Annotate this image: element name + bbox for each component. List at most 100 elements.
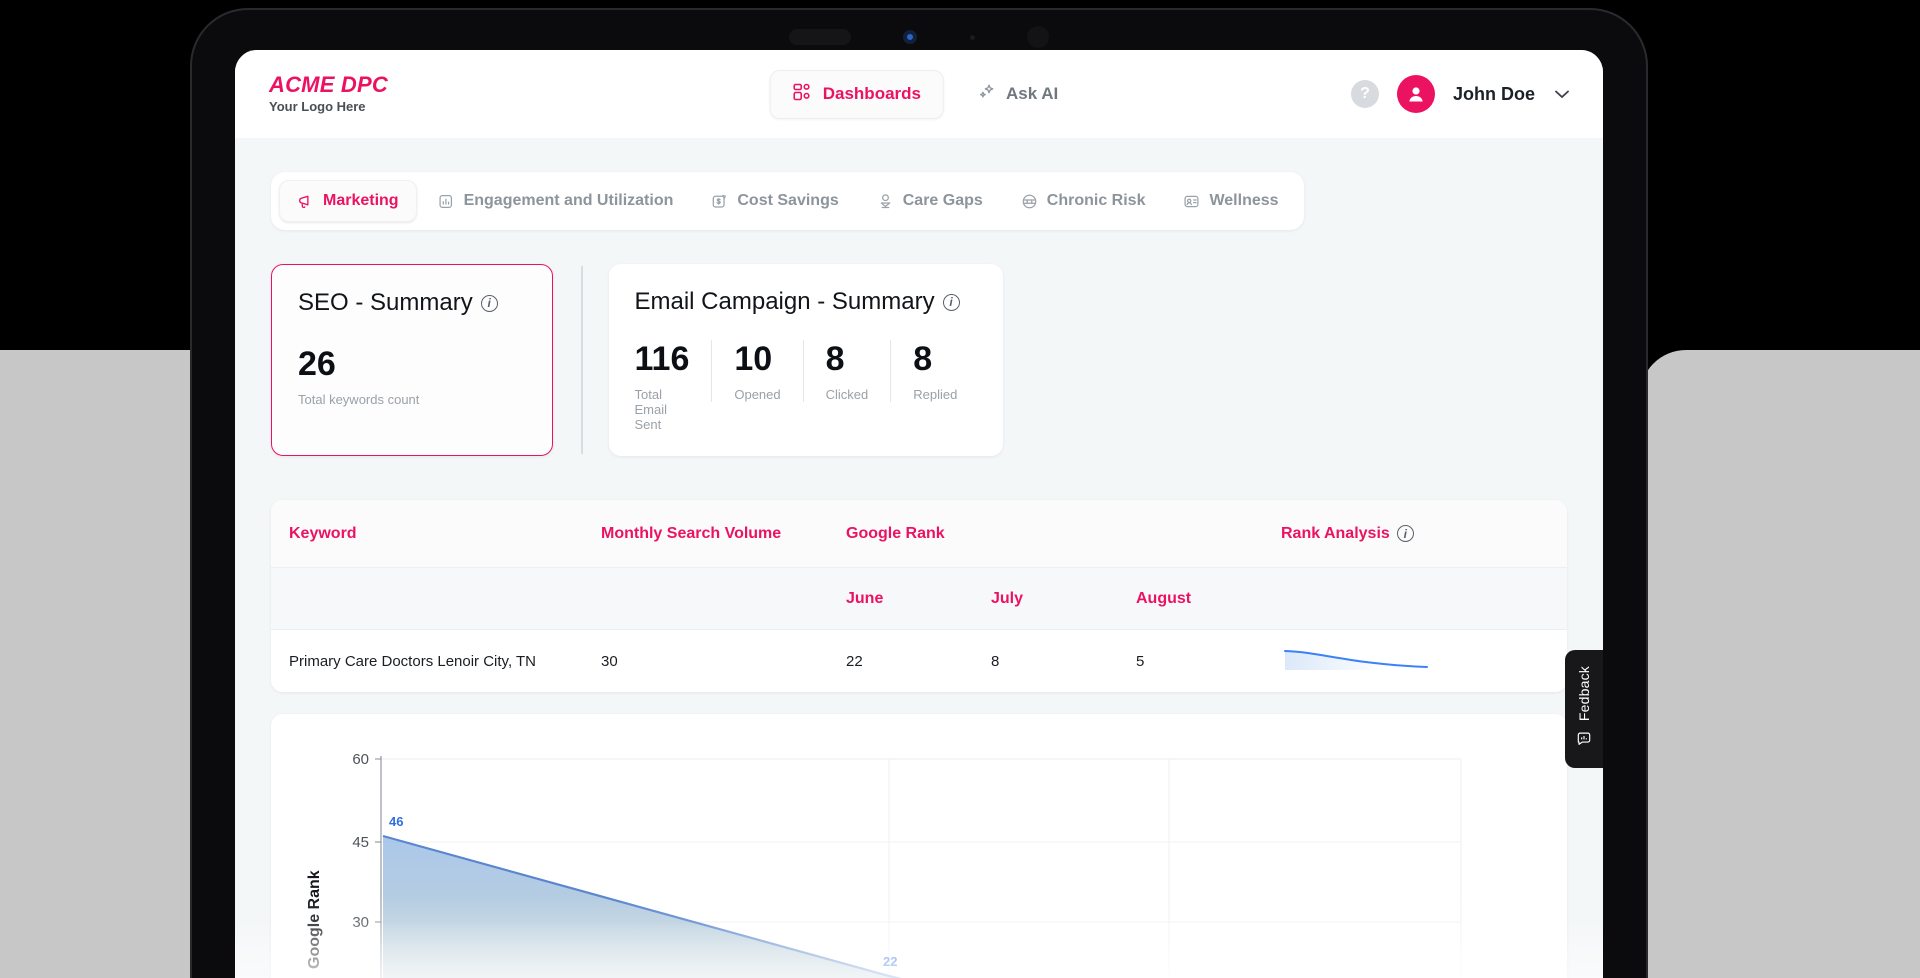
keyword-table: Keyword Monthly Search Volume Google Ran…: [271, 500, 1567, 692]
megaphone-icon: [297, 193, 314, 210]
metric-label: Replied: [913, 387, 958, 402]
tablet-device-frame: ACME DPC Your Logo Here Dashboards Ask A…: [190, 8, 1648, 978]
tab-care-gaps-label: Care Gaps: [902, 192, 983, 209]
metric-total-email-sent: 116 Total Email Sent: [635, 340, 712, 432]
help-icon[interactable]: ?: [1350, 80, 1379, 108]
bar-chart-icon: [438, 193, 455, 210]
seo-card-title: SEO - Summary: [298, 289, 473, 316]
google-rank-chart-card: 60 45 30 Google Rank 46 22: [271, 714, 1567, 978]
header-user-area: ? John Doe: [1350, 75, 1569, 113]
feedback-chat-icon: [1576, 731, 1592, 752]
seo-keyword-count-label: Total keywords count: [298, 392, 420, 407]
column-subheader-july: July: [991, 589, 1024, 607]
user-name[interactable]: John Doe: [1453, 84, 1535, 105]
table-header-row: Keyword Monthly Search Volume Google Ran…: [271, 500, 1567, 568]
device-camera-bar: [789, 26, 1049, 48]
header-nav: Dashboards Ask AI: [769, 69, 1069, 119]
feedback-tab[interactable]: Fedback: [1565, 650, 1603, 768]
info-icon[interactable]: i: [1396, 525, 1414, 542]
email-metrics: 116 Total Email Sent 10 Opened 8 Clicked: [635, 340, 977, 432]
metric-label: Clicked: [825, 387, 869, 402]
tab-chronic-risk-label: Chronic Risk: [1046, 192, 1146, 209]
mask-icon: [1021, 193, 1038, 210]
y-tick-30: 30: [352, 914, 369, 931]
dashboards-grid-icon: [793, 83, 811, 106]
chart-area-fill: [383, 836, 898, 978]
feedback-label: Fedback: [1576, 665, 1592, 722]
email-card-title: Email Campaign - Summary: [634, 288, 935, 315]
metric-replied: 8 Replied: [890, 340, 979, 402]
column-subheader-august: August: [1136, 589, 1192, 607]
column-header-keyword[interactable]: Keyword: [271, 525, 601, 543]
background-slab-right: [1640, 350, 1920, 978]
screenshot-stage: ACME DPC Your Logo Here Dashboards Ask A…: [0, 0, 1920, 978]
email-card-title-row: Email Campaign - Summary i: [635, 288, 977, 316]
metric-label: Opened: [734, 387, 781, 402]
metric-label: Total Email Sent: [634, 387, 668, 432]
data-label-june: 46: [389, 814, 403, 829]
cell-rank-august: 5: [1136, 652, 1145, 670]
cell-keyword: Primary Care Doctors Lenoir City, TN: [289, 652, 537, 670]
email-campaign-summary-card: Email Campaign - Summary i 116 Total Ema…: [608, 264, 1003, 456]
chevron-down-icon[interactable]: [1555, 86, 1569, 103]
tab-cost-savings[interactable]: Cost Savings: [694, 181, 855, 221]
avatar[interactable]: [1396, 75, 1435, 113]
care-icon: [877, 193, 894, 210]
cell-rank-june: 22: [846, 652, 863, 670]
y-tick-60: 60: [352, 751, 369, 768]
tab-care-gaps[interactable]: Care Gaps: [860, 181, 1000, 221]
tab-wellness-label: Wellness: [1209, 192, 1279, 209]
info-icon[interactable]: i: [942, 293, 960, 311]
camera-lens-icon: [903, 30, 918, 44]
metric-value: 10: [734, 340, 773, 378]
app-header: ACME DPC Your Logo Here Dashboards Ask A…: [235, 50, 1603, 138]
nav-dashboards-label: Dashboards: [822, 84, 921, 103]
metric-clicked: 8 Clicked: [802, 340, 891, 402]
seo-keyword-count-value: 26: [298, 345, 336, 383]
column-header-google-rank[interactable]: Google Rank: [846, 525, 991, 543]
speaker-pill-icon: [789, 29, 851, 45]
tab-engagement-and-utilization[interactable]: Engagement and Utilization: [421, 181, 691, 221]
google-rank-area-chart[interactable]: 60 45 30 Google Rank 46 22: [271, 714, 1567, 978]
seo-summary-card: SEO - Summary i 26 Total keywords count: [271, 264, 553, 456]
column-header-monthly-search-volume[interactable]: Monthly Search Volume: [601, 525, 846, 543]
brand-logo[interactable]: ACME DPC Your Logo Here: [269, 73, 388, 114]
column-header-rank-analysis-label: Rank Analysis: [1281, 524, 1390, 542]
metric-value: 8: [913, 340, 933, 378]
tab-wellness[interactable]: Wellness: [1166, 181, 1295, 221]
tab-marketing[interactable]: Marketing: [279, 180, 417, 222]
nav-ask-ai-button[interactable]: Ask AI: [968, 71, 1068, 118]
metric-opened: 10 Opened: [711, 340, 802, 402]
sensor-dot-icon: [969, 34, 975, 40]
brand-subtitle: Your Logo Here: [269, 99, 366, 115]
metric-value: 116: [634, 340, 690, 378]
id-card-icon: [1183, 193, 1200, 210]
dashboard-tabbar: Marketing Engagement and Utilization Cos…: [271, 172, 1304, 230]
tab-chronic-risk[interactable]: Chronic Risk: [1004, 181, 1163, 221]
cell-rank-july: 8: [991, 652, 1000, 670]
metric-value: 8: [825, 340, 845, 378]
tablet-screen: ACME DPC Your Logo Here Dashboards Ask A…: [235, 50, 1603, 978]
camera-circle-icon: [1026, 26, 1049, 48]
column-subheader-june: June: [846, 589, 884, 607]
cards-divider: [581, 266, 583, 454]
cell-monthly-search-volume: 30: [601, 652, 618, 670]
cell-rank-analysis: [1281, 644, 1567, 678]
person-icon: [1409, 87, 1423, 102]
nav-dashboards-button[interactable]: Dashboards: [769, 69, 944, 119]
summary-cards-row: SEO - Summary i 26 Total keywords count …: [271, 264, 1567, 456]
sparkle-icon: [978, 83, 996, 106]
tab-engagement-label: Engagement and Utilization: [463, 192, 674, 209]
table-row[interactable]: Primary Care Doctors Lenoir City, TN 30 …: [271, 630, 1567, 692]
column-header-rank-analysis[interactable]: Rank Analysis i: [1281, 525, 1567, 543]
table-subheader-row: June July August: [271, 568, 1567, 630]
data-label-july: 22: [883, 954, 897, 969]
tab-cost-savings-label: Cost Savings: [737, 192, 839, 209]
y-axis-label: Google Rank: [306, 870, 323, 969]
nav-ask-ai-label: Ask AI: [1005, 84, 1059, 103]
tab-marketing-label: Marketing: [323, 192, 399, 209]
brand-title: ACME DPC: [269, 72, 388, 98]
info-icon[interactable]: i: [480, 294, 498, 312]
y-tick-45: 45: [352, 834, 369, 851]
money-icon: [711, 193, 728, 210]
